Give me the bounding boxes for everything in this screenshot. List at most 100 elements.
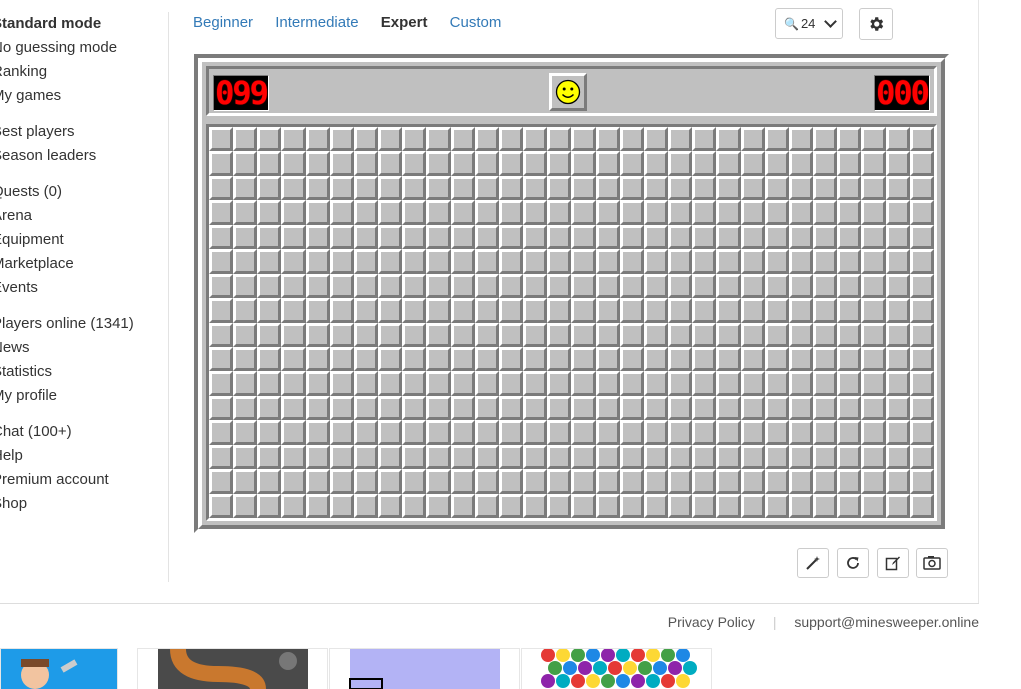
board-cell[interactable] <box>353 127 379 152</box>
board-cell[interactable] <box>643 395 669 421</box>
board-cell[interactable] <box>233 127 258 152</box>
board-cell[interactable] <box>547 420 572 445</box>
board-cell[interactable] <box>643 469 669 494</box>
board-cell[interactable] <box>547 200 572 225</box>
board-cell[interactable] <box>643 151 669 176</box>
board-cell[interactable] <box>257 298 282 323</box>
board-cell[interactable] <box>909 420 934 445</box>
board-cell[interactable] <box>740 200 765 225</box>
board-cell[interactable] <box>281 175 306 201</box>
board-cell[interactable] <box>257 151 282 176</box>
board-cell[interactable] <box>619 322 644 347</box>
board-cell[interactable] <box>837 249 862 274</box>
board-cell[interactable] <box>788 322 814 347</box>
board-cell[interactable] <box>209 224 234 250</box>
board-cell[interactable] <box>257 371 282 396</box>
board-cell[interactable] <box>837 224 862 250</box>
board-cell[interactable] <box>861 444 886 470</box>
board-cell[interactable] <box>426 224 451 250</box>
board-cell[interactable] <box>547 493 572 518</box>
board-cell[interactable] <box>547 151 572 176</box>
board-cell[interactable] <box>909 273 934 299</box>
board-cell[interactable] <box>668 395 693 421</box>
board-cell[interactable] <box>498 469 524 494</box>
board-cell[interactable] <box>498 493 524 518</box>
board-cell[interactable] <box>813 493 838 518</box>
board-cell[interactable] <box>450 395 475 421</box>
board-cell[interactable] <box>523 249 548 274</box>
board-cell[interactable] <box>716 346 741 372</box>
board-cell[interactable] <box>764 200 789 225</box>
board-cell[interactable] <box>571 175 596 201</box>
nav-season-leaders[interactable]: Season leaders <box>0 144 167 168</box>
board-cell[interactable] <box>619 175 644 201</box>
board-cell[interactable] <box>788 493 814 518</box>
board-cell[interactable] <box>643 175 669 201</box>
board-cell[interactable] <box>402 493 427 518</box>
board-cell[interactable] <box>692 420 717 445</box>
board-cell[interactable] <box>837 493 862 518</box>
board-cell[interactable] <box>740 469 765 494</box>
board-cell[interactable] <box>426 151 451 176</box>
board-cell[interactable] <box>305 200 330 225</box>
board-cell[interactable] <box>764 493 789 518</box>
board-cell[interactable] <box>329 298 354 323</box>
board-cell[interactable] <box>547 273 572 299</box>
board-cell[interactable] <box>378 273 403 299</box>
board-cell[interactable] <box>619 127 644 152</box>
board-cell[interactable] <box>474 151 499 176</box>
nav-my-profile[interactable]: My profile <box>0 384 167 408</box>
nav-standard-mode[interactable]: Standard mode <box>0 12 167 36</box>
board-cell[interactable] <box>353 298 379 323</box>
board-cell[interactable] <box>547 298 572 323</box>
board-cell[interactable] <box>885 127 910 152</box>
board-cell[interactable] <box>571 200 596 225</box>
board-cell[interactable] <box>353 420 379 445</box>
board-cell[interactable] <box>788 200 814 225</box>
board-cell[interactable] <box>885 444 910 470</box>
board-cell[interactable] <box>474 322 499 347</box>
board-cell[interactable] <box>209 200 234 225</box>
board-cell[interactable] <box>474 298 499 323</box>
board-cell[interactable] <box>233 371 258 396</box>
board-cell[interactable] <box>837 200 862 225</box>
board-cell[interactable] <box>885 224 910 250</box>
board-cell[interactable] <box>571 322 596 347</box>
board-cell[interactable] <box>281 151 306 176</box>
board-cell[interactable] <box>909 298 934 323</box>
board-cell[interactable] <box>233 200 258 225</box>
board-cell[interactable] <box>474 395 499 421</box>
board-cell[interactable] <box>571 249 596 274</box>
board-cell[interactable] <box>861 224 886 250</box>
board-cell[interactable] <box>378 200 403 225</box>
board-cell[interactable] <box>426 395 451 421</box>
nav-ranking[interactable]: Ranking <box>0 60 167 84</box>
board-cell[interactable] <box>353 151 379 176</box>
board-cell[interactable] <box>740 273 765 299</box>
board-cell[interactable] <box>209 151 234 176</box>
board-cell[interactable] <box>450 224 475 250</box>
board-cell[interactable] <box>547 127 572 152</box>
board-cell[interactable] <box>692 273 717 299</box>
board-cell[interactable] <box>885 200 910 225</box>
board-cell[interactable] <box>233 469 258 494</box>
board-cell[interactable] <box>668 151 693 176</box>
board-cell[interactable] <box>378 493 403 518</box>
board-cell[interactable] <box>305 273 330 299</box>
board-cell[interactable] <box>329 200 354 225</box>
board-cell[interactable] <box>595 493 620 518</box>
board-cell[interactable] <box>885 322 910 347</box>
board-cell[interactable] <box>353 469 379 494</box>
promo-tile-3[interactable] <box>329 648 520 689</box>
board-cell[interactable] <box>909 175 934 201</box>
board-cell[interactable] <box>595 371 620 396</box>
board-cell[interactable] <box>740 249 765 274</box>
board-cell[interactable] <box>257 395 282 421</box>
board-cell[interactable] <box>909 127 934 152</box>
board-cell[interactable] <box>257 249 282 274</box>
board-cell[interactable] <box>788 151 814 176</box>
board-cell[interactable] <box>474 346 499 372</box>
board-cell[interactable] <box>378 346 403 372</box>
board-cell[interactable] <box>909 395 934 421</box>
board-cell[interactable] <box>523 224 548 250</box>
